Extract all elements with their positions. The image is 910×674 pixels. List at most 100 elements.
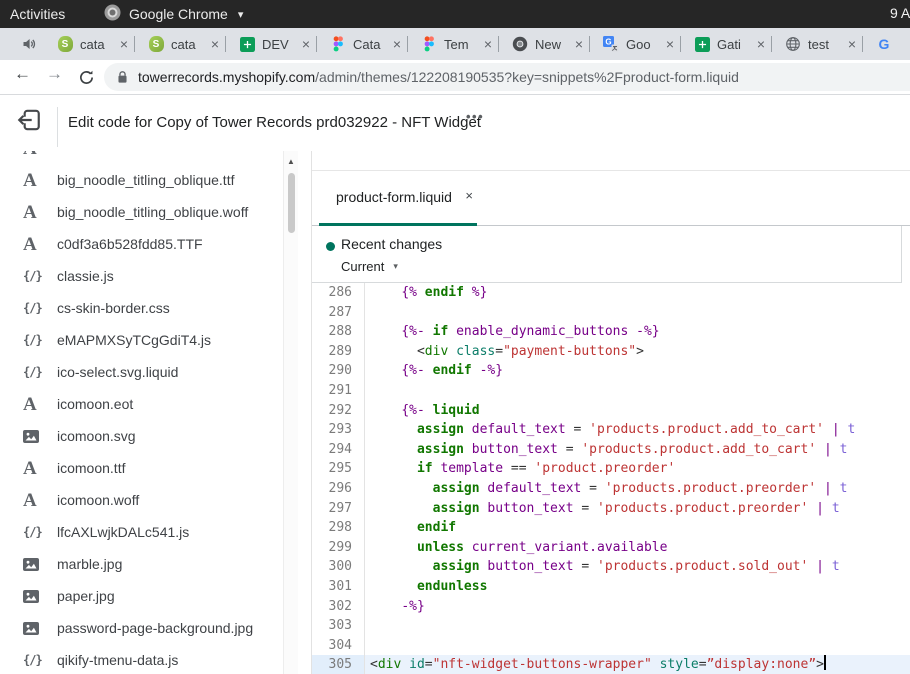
line-number: 287 — [312, 303, 365, 323]
code-line[interactable]: 298 endif — [312, 518, 910, 538]
code-file-icon: {/} — [23, 269, 49, 283]
tab-close-icon[interactable]: × — [666, 37, 674, 51]
tab-title: cata — [171, 37, 207, 52]
tab-close-icon[interactable]: × — [120, 37, 128, 51]
sidebar-scrollbar[interactable]: ▲ — [283, 151, 298, 674]
browser-tab[interactable]: New× — [499, 28, 590, 60]
code-line[interactable]: 294 assign button_text = 'products.produ… — [312, 440, 910, 460]
code-line[interactable]: 303 — [312, 616, 910, 636]
code-line[interactable]: 305<div id="nft-widget-buttons-wrapper" … — [312, 655, 910, 674]
back-icon[interactable]: ← — [14, 64, 31, 84]
code-line[interactable]: 295 if template == 'product.preorder' — [312, 459, 910, 479]
speaker-icon[interactable] — [14, 36, 44, 52]
file-name: paper.jpg — [57, 588, 115, 604]
tab-close-icon[interactable]: × — [757, 37, 765, 51]
file-item[interactable]: Aicomoon.ttf — [0, 452, 282, 484]
line-number: 299 — [312, 538, 365, 558]
line-number: 304 — [312, 636, 365, 656]
shopify-icon: S — [148, 36, 164, 52]
file-item[interactable]: {/}lfcAXLwjkDALc541.js — [0, 516, 282, 548]
system-clock[interactable]: 9 A — [890, 5, 910, 21]
forward-icon[interactable]: → — [46, 64, 63, 84]
browser-tab[interactable]: Tem× — [408, 28, 499, 60]
line-number: 298 — [312, 518, 365, 538]
code-line[interactable]: 299 unless current_variant.available — [312, 538, 910, 558]
page-title: Edit code for Copy of Tower Records prd0… — [68, 114, 481, 131]
browser-tab[interactable]: DEV × — [226, 28, 317, 60]
browser-tab[interactable]: Cata× — [317, 28, 408, 60]
file-name: icomoon.ttf — [57, 460, 125, 476]
status-dot-icon — [326, 242, 335, 251]
code-text: assign button_text = 'products.product.p… — [365, 499, 840, 519]
code-editor[interactable]: 286 {% endif %}287288 {%- if enable_dyna… — [312, 283, 910, 674]
file-item[interactable]: Ac0df3a6b528fdd85.TTF — [0, 228, 282, 260]
file-item[interactable]: Abig_noodle_titling_oblique.ttf — [0, 164, 282, 196]
file-item[interactable]: Aicomoon.woff — [0, 484, 282, 516]
close-tab-icon[interactable]: × — [465, 188, 473, 203]
tab-close-icon[interactable]: × — [848, 37, 856, 51]
address-bar[interactable]: towerrecords.myshopify.com/admin/themes/… — [104, 63, 910, 91]
exit-code-editor-button[interactable] — [16, 107, 42, 133]
code-text: -%} — [365, 597, 425, 617]
code-line[interactable]: 290 {%- endif -%} — [312, 361, 910, 381]
browser-tab[interactable]: Gati× — [681, 28, 772, 60]
code-text: if template == 'product.preorder' — [365, 459, 675, 479]
code-line[interactable]: 292 {%- liquid — [312, 401, 910, 421]
file-name: lfcAXLwjkDALc541.js — [57, 524, 189, 540]
browser-tab[interactable]: test × — [772, 28, 863, 60]
file-item[interactable]: {/}qikify-tmenu-data.js — [0, 644, 282, 674]
tab-close-icon[interactable]: × — [211, 37, 219, 51]
file-item[interactable]: {/}cs-skin-border.css — [0, 292, 282, 324]
code-text: assign button_text = 'products.product.a… — [365, 440, 847, 460]
code-line[interactable]: 302 -%} — [312, 597, 910, 617]
code-line[interactable]: 288 {%- if enable_dynamic_buttons -%} — [312, 322, 910, 342]
line-number: 289 — [312, 342, 365, 362]
tab-close-icon[interactable]: × — [393, 37, 401, 51]
code-line[interactable]: 293 assign default_text = 'products.prod… — [312, 420, 910, 440]
file-item[interactable]: paper.jpg — [0, 580, 282, 612]
file-name: qikify-tmenu-data.js — [57, 652, 178, 668]
file-item[interactable]: {/}ico-select.svg.liquid — [0, 356, 282, 388]
file-item[interactable]: Aicomoon.eot — [0, 388, 282, 420]
browser-tab[interactable]: GGoo× — [590, 28, 681, 60]
file-item[interactable]: password-page-background.jpg — [0, 612, 282, 644]
tab-close-icon[interactable]: × — [575, 37, 583, 51]
code-line[interactable]: 304 — [312, 636, 910, 656]
browser-tab-strip: Scata×Scata×DEV×Cata×Tem×New×GGoo×Gati×t… — [0, 28, 910, 60]
browser-toolbar: ← → towerrecords.myshopify.com/admin/the… — [0, 60, 910, 95]
file-item[interactable]: marble.jpg — [0, 548, 282, 580]
code-line[interactable]: 289 <div class="payment-buttons"> — [312, 342, 910, 362]
reload-icon[interactable] — [78, 69, 95, 91]
code-line[interactable]: 291 — [312, 381, 910, 401]
tab-close-icon[interactable]: × — [302, 37, 310, 51]
code-line[interactable]: 301 endunless — [312, 577, 910, 597]
version-dropdown[interactable]: Current ▾ — [341, 259, 398, 274]
code-text: unless current_variant.available — [365, 538, 667, 558]
file-item[interactable]: A — [0, 151, 282, 164]
file-item[interactable]: Abig_noodle_titling_oblique.woff — [0, 196, 282, 228]
app-menu[interactable]: Google Chrome ▾ — [104, 4, 243, 24]
scroll-up-icon[interactable]: ▲ — [287, 157, 295, 166]
browser-tab[interactable]: Scata × — [135, 28, 226, 60]
open-file-tab[interactable]: product-form.liquid × — [319, 171, 477, 226]
tab-title: DEV — [262, 37, 298, 52]
tab-close-icon[interactable]: × — [484, 37, 492, 51]
activities-button[interactable]: Activities — [10, 6, 65, 22]
tab-title: test — [808, 37, 844, 52]
file-item[interactable]: {/}classie.js — [0, 260, 282, 292]
code-line[interactable]: 296 assign default_text = 'products.prod… — [312, 479, 910, 499]
file-item[interactable]: {/}eMAPMXSyTCgGdiT4.js — [0, 324, 282, 356]
more-actions-button[interactable]: ••• — [466, 109, 484, 124]
recent-changes-label: Recent changes — [341, 236, 442, 252]
code-line[interactable]: 286 {% endif %} — [312, 283, 910, 303]
code-line[interactable]: 300 assign button_text = 'products.produ… — [312, 557, 910, 577]
line-number: 300 — [312, 557, 365, 577]
browser-tab[interactable]: G — [863, 28, 910, 60]
browser-tab[interactable]: Scata× — [44, 28, 135, 60]
lock-icon[interactable] — [117, 70, 128, 84]
file-item[interactable]: icomoon.svg — [0, 420, 282, 452]
code-line[interactable]: 287 — [312, 303, 910, 323]
code-line[interactable]: 297 assign button_text = 'products.produ… — [312, 499, 910, 519]
scrollbar-thumb[interactable] — [288, 173, 295, 233]
file-name: big_noodle_titling_oblique.ttf — [57, 172, 234, 188]
